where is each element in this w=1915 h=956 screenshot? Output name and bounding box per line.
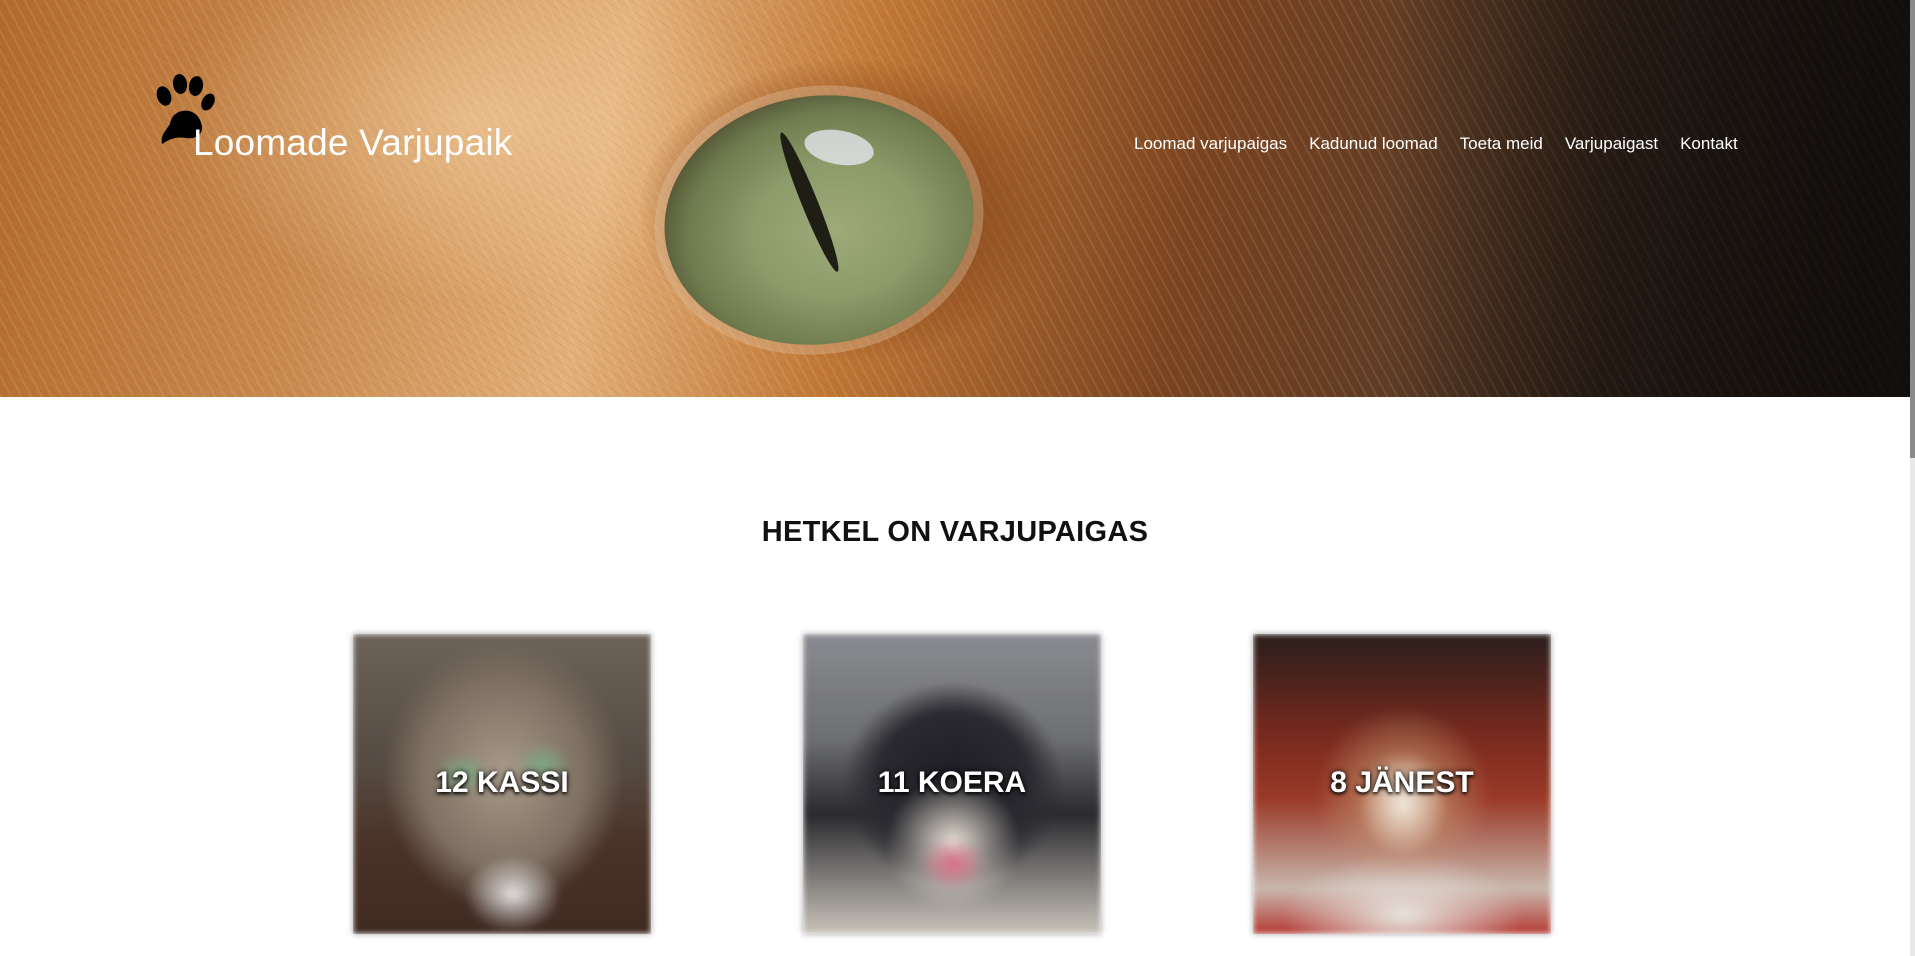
section-title: HETKEL ON VARJUPAIGAS bbox=[761, 516, 1149, 548]
card-cats[interactable]: 12 KASSI bbox=[353, 634, 651, 934]
nav-item-varjupaigast[interactable]: Varjupaigast bbox=[1565, 134, 1658, 154]
nav-item-kadunud-loomad[interactable]: Kadunud loomad bbox=[1309, 134, 1438, 154]
nav-item-toeta-meid[interactable]: Toeta meid bbox=[1460, 134, 1543, 154]
hero-banner: Loomade Varjupaik Loomad varjupaigas Kad… bbox=[0, 0, 1910, 397]
hero-eye-glint bbox=[801, 124, 877, 171]
card-label-rabbits: 8 JÄNEST bbox=[1330, 766, 1474, 799]
site-brand-name: Loomade Varjupaik bbox=[193, 122, 513, 163]
card-label-dogs: 11 KOERA bbox=[877, 766, 1027, 799]
main-nav: Loomad varjupaigas Kadunud loomad Toeta … bbox=[1134, 134, 1760, 154]
nav-item-kontakt[interactable]: Kontakt bbox=[1680, 134, 1738, 154]
page-scrollbar[interactable] bbox=[1910, 0, 1915, 956]
card-label-cats: 12 KASSI bbox=[435, 766, 569, 799]
card-rabbits[interactable]: 8 JÄNEST bbox=[1253, 634, 1551, 934]
hero-shadow bbox=[1390, 0, 1910, 397]
scrollbar-thumb[interactable] bbox=[1910, 0, 1915, 458]
card-dogs[interactable]: 11 KOERA bbox=[803, 634, 1101, 934]
nav-item-loomad-varjupaigas[interactable]: Loomad varjupaigas bbox=[1134, 134, 1287, 154]
site-logo[interactable]: Loomade Varjupaik bbox=[150, 72, 550, 182]
